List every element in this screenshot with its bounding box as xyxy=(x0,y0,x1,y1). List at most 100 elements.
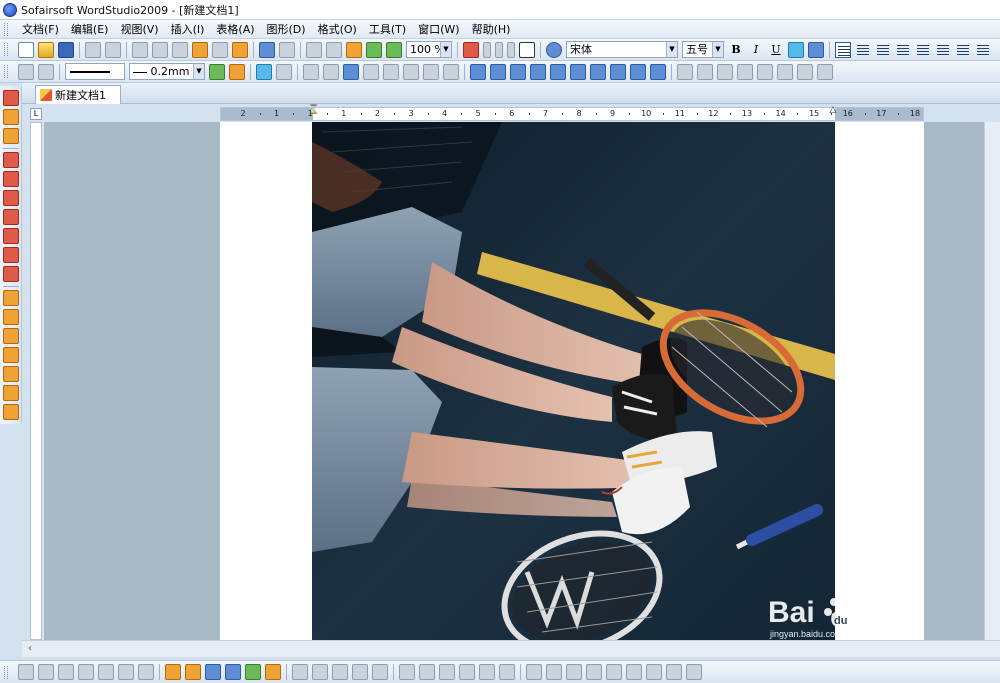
snap-icon[interactable] xyxy=(2,290,19,306)
toolbar-grip[interactable] xyxy=(4,665,8,679)
scroll-left-icon[interactable]: ‹ xyxy=(28,643,32,654)
shape-callout-icon[interactable] xyxy=(510,63,526,80)
magnet-align-icon[interactable] xyxy=(2,247,19,263)
send-backward-icon[interactable] xyxy=(757,63,773,80)
rotate-icon[interactable] xyxy=(697,63,713,80)
formula-icon[interactable] xyxy=(526,664,542,680)
cut-icon[interactable] xyxy=(152,41,168,58)
grid-icon[interactable] xyxy=(326,41,342,58)
select-multiple-icon[interactable] xyxy=(38,664,54,680)
border-style-icon[interactable] xyxy=(229,63,245,80)
dropdown-icon[interactable] xyxy=(507,41,515,58)
magnet-align-icon[interactable] xyxy=(2,171,19,187)
chart-icon[interactable] xyxy=(205,664,221,680)
distribute-icon[interactable] xyxy=(419,664,435,680)
magnet-align-icon[interactable] xyxy=(2,152,19,168)
magnify-icon[interactable] xyxy=(185,664,201,680)
horizontal-scrollbar[interactable]: ‹ xyxy=(22,640,1000,657)
link-icon[interactable] xyxy=(2,128,19,144)
underline-button[interactable]: U xyxy=(768,42,784,58)
resize-icon[interactable] xyxy=(138,664,154,680)
matrix-icon[interactable] xyxy=(566,664,582,680)
snap-icon[interactable] xyxy=(2,309,19,325)
document-page[interactable] xyxy=(220,122,924,640)
shape-dashed-icon[interactable] xyxy=(530,63,546,80)
new-document-icon[interactable] xyxy=(18,41,34,58)
font-color-icon[interactable] xyxy=(808,41,824,58)
insert-image-icon[interactable] xyxy=(677,63,693,80)
print-icon[interactable] xyxy=(85,41,101,58)
zoom-in-icon[interactable] xyxy=(366,41,382,58)
group-icon[interactable] xyxy=(777,63,793,80)
highlight-icon[interactable] xyxy=(788,41,804,58)
vertical-ruler[interactable] xyxy=(30,122,42,640)
arrow-style-icon[interactable] xyxy=(372,664,388,680)
select-object-icon[interactable] xyxy=(18,664,34,680)
menu-edit[interactable]: 编辑(E) xyxy=(65,21,115,38)
menu-insert[interactable]: 插入(I) xyxy=(165,21,211,38)
align-center-button[interactable] xyxy=(855,41,871,58)
decrease-indent-button[interactable] xyxy=(955,41,971,58)
fraction-icon[interactable] xyxy=(546,664,562,680)
horizontal-ruler[interactable]: ⌛ △ 2 1 1 1 2 3 4 5 6 7 8 9 10 11 12 13 14 15 16 17 18 xyxy=(220,106,924,121)
dropdown-icon[interactable] xyxy=(483,41,491,58)
sort-icon[interactable] xyxy=(443,63,459,80)
format-painter-icon[interactable] xyxy=(232,41,248,58)
shape-oval-icon[interactable] xyxy=(459,664,475,680)
table-cell-icon[interactable] xyxy=(403,63,419,80)
line-style-icon[interactable] xyxy=(332,664,348,680)
redo-icon[interactable] xyxy=(279,41,295,58)
shape-wave-icon[interactable] xyxy=(630,63,646,80)
ungroup-icon[interactable] xyxy=(797,63,813,80)
undo-icon[interactable] xyxy=(259,41,275,58)
3d-icon[interactable] xyxy=(499,664,515,680)
copy-icon[interactable] xyxy=(172,41,188,58)
tab-document[interactable]: 新建文档1 xyxy=(35,85,121,104)
sum-icon[interactable] xyxy=(606,664,622,680)
magnet-align-icon[interactable] xyxy=(2,190,19,206)
lightning-icon[interactable] xyxy=(2,109,19,125)
menu-graphics[interactable]: 图形(D) xyxy=(261,21,312,38)
shape-cloud-icon[interactable] xyxy=(550,63,566,80)
increase-indent-button[interactable] xyxy=(975,41,991,58)
app-logo-icon[interactable] xyxy=(3,2,17,17)
connector-icon[interactable] xyxy=(245,664,261,680)
snap-icon[interactable] xyxy=(2,385,19,401)
bracket-icon[interactable] xyxy=(626,664,642,680)
fill-color-icon[interactable] xyxy=(256,63,272,80)
tab-stop-selector[interactable]: L xyxy=(30,108,42,120)
print-preview-icon[interactable] xyxy=(105,41,121,58)
operator-icon[interactable] xyxy=(686,664,702,680)
bullet-list-button[interactable] xyxy=(915,41,931,58)
shadow-icon[interactable] xyxy=(479,664,495,680)
crop-icon[interactable] xyxy=(118,664,134,680)
shape-flow-icon[interactable] xyxy=(650,63,666,80)
hand-pan-icon[interactable] xyxy=(346,41,362,58)
snap-icon[interactable] xyxy=(2,404,19,420)
shape-star-icon[interactable] xyxy=(610,63,626,80)
save-icon[interactable] xyxy=(58,41,74,58)
symbol-icon[interactable] xyxy=(666,664,682,680)
menu-help[interactable]: 帮助(H) xyxy=(466,21,517,38)
shape-rounded-icon[interactable] xyxy=(490,63,506,80)
dash-style-icon[interactable] xyxy=(352,664,368,680)
align-right-button[interactable] xyxy=(875,41,891,58)
arrow-tool-icon[interactable] xyxy=(265,664,281,680)
line-color-icon[interactable] xyxy=(209,63,225,80)
line-color-icon[interactable] xyxy=(292,664,308,680)
line-width-select[interactable]: 0.2mm ▼ xyxy=(129,63,205,80)
zoom-out-icon[interactable] xyxy=(386,41,402,58)
fill-color-icon[interactable] xyxy=(312,664,328,680)
help-icon[interactable] xyxy=(546,41,562,58)
align-left-button[interactable] xyxy=(835,41,851,58)
rotate-icon[interactable] xyxy=(439,664,455,680)
magnet-align-icon[interactable] xyxy=(2,209,19,225)
snap-icon[interactable] xyxy=(2,328,19,344)
align-justify-button[interactable] xyxy=(895,41,911,58)
menu-tools[interactable]: 工具(T) xyxy=(363,21,412,38)
ungroup-icon[interactable] xyxy=(98,664,114,680)
bold-button[interactable]: B xyxy=(728,42,744,58)
show-marks-icon[interactable] xyxy=(519,41,535,58)
edit-points-icon[interactable] xyxy=(38,63,54,80)
insert-table-icon[interactable] xyxy=(343,63,359,80)
